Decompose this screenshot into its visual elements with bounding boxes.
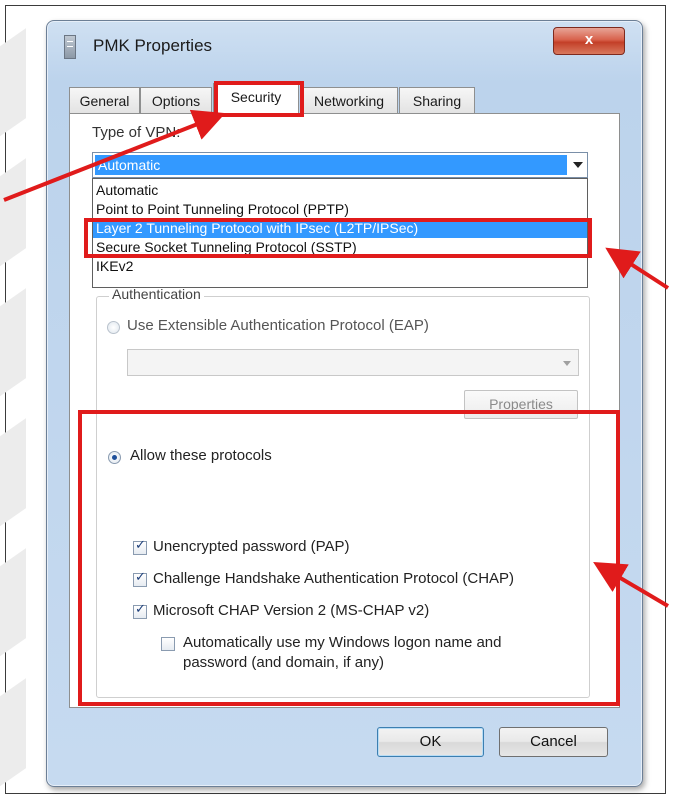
arrow-to-l2tp-option [605,247,670,290]
callout-arrows [3,109,670,608]
arrow-to-protocols [593,561,670,608]
arrow-to-security-tab [3,109,226,202]
